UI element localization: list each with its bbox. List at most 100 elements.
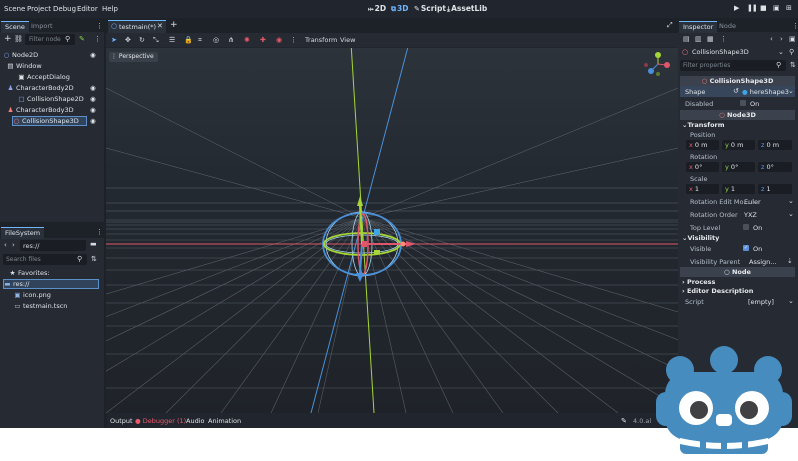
forward-arrow-icon[interactable]: › [12,241,15,249]
tab-filesystem[interactable]: FileSystem [1,227,45,239]
process-group[interactable]: › Process [682,278,715,286]
transform-menu[interactable]: Transform [305,36,337,44]
position-y-field[interactable]: y 0 m [722,140,755,150]
menu-project[interactable]: Project [27,5,51,13]
scene-menu-icon[interactable]: ⋮ [94,35,101,43]
history-forward-icon[interactable]: › [780,35,783,43]
camera-preview-icon[interactable]: ◉ [276,36,282,44]
menu-scene[interactable]: Scene [4,5,25,13]
environment-preview-icon[interactable]: ✚ [260,36,266,44]
visible-checkbox[interactable]: ✓ [743,245,749,251]
script-dropdown-icon[interactable]: ⌄ [788,297,794,305]
sort-icon[interactable]: ⇅ [790,61,796,69]
bottom-tab-animation[interactable]: Animation [208,417,241,425]
position-x-field[interactable]: x 0 m [686,140,719,150]
scale-x-field[interactable]: x 1 [686,184,719,194]
scene-tab-testmain[interactable]: ○ testmain(*) ✕ [108,20,166,33]
tab-node[interactable]: Node [715,21,740,33]
3d-viewport[interactable]: ⋮ Perspective [106,48,678,413]
file-item-res-root[interactable]: ▬ res:// [3,279,99,289]
node-path-icon[interactable]: ⇣ [787,257,793,265]
rotate-tool-icon[interactable]: ↻ [139,36,145,44]
sun-preview-icon[interactable]: ✺ [244,36,250,44]
visibility-eye-icon[interactable]: ◉ [90,95,96,103]
section-node[interactable]: ○ Node [680,267,795,277]
shape-dropdown-icon[interactable]: ⌄ [788,87,794,95]
visibility-group[interactable]: ⌄Visibility [682,234,719,242]
distraction-free-icon[interactable]: ⤢ [667,21,673,30]
rotation-edit-dropdown-icon[interactable]: ⌄ [788,197,794,205]
visibility-eye-icon[interactable]: ◉ [90,84,96,92]
tab-scene[interactable]: Scene [1,21,29,33]
transform-group[interactable]: ⌄Transform [682,121,725,129]
add-node-icon[interactable]: + [4,35,12,44]
add-scene-tab-icon[interactable]: + [170,20,178,30]
editor-description-group[interactable]: › Editor Description [682,287,753,295]
visibility-eye-icon[interactable]: ◉ [90,117,96,125]
play-scene-icon[interactable]: ▣ [773,4,780,12]
workspace-2d-button[interactable]: ⤠2D [368,4,386,14]
pause-icon[interactable]: ❚❚ [747,4,758,12]
scale-y-field[interactable]: y 1 [722,184,755,194]
bottom-tab-output[interactable]: Output [110,417,133,425]
section-collisionshape3d[interactable]: ○ CollisionShape3D [680,76,795,86]
position-z-field[interactable]: z 0 m [758,140,792,150]
play-icon[interactable]: ▶ [734,4,739,12]
menu-help[interactable]: Help [102,5,118,13]
local-space-icon[interactable]: ◎ [213,36,219,44]
visibility-eye-icon[interactable]: ◉ [90,106,96,114]
path-field[interactable]: res:// [20,240,86,251]
rotation-y-field[interactable]: y 0° [722,162,755,172]
rotation-x-field[interactable]: x 0° [686,162,719,172]
top-level-checkbox[interactable] [743,224,749,230]
workspace-assetlib-button[interactable]: ⤓AssetLib [447,4,487,14]
save-resource-icon[interactable]: ▦ [707,35,714,43]
rotation-order-dropdown-icon[interactable]: ⌄ [788,210,794,218]
toolbar-menu-icon[interactable]: ⋮ [290,36,297,44]
reload-icon[interactable]: ↺ [733,87,739,95]
tree-node-window[interactable]: ▤ Window [7,62,41,72]
tab-inspector[interactable]: Inspector [679,21,718,33]
tree-node-characterbody2d[interactable]: ♟ CharacterBody2D [7,84,74,94]
view-menu[interactable]: View [340,36,355,44]
bottom-tab-debugger[interactable]: ● Debugger (1) [135,417,186,425]
shape-value[interactable]: ● hereShape3 [742,88,789,96]
workspace-script-button[interactable]: ✎Script [414,4,446,13]
scale-z-field[interactable]: z 1 [758,184,792,194]
tree-node-collisionshape3d[interactable]: ○ CollisionShape3D [12,116,87,126]
search-files-input[interactable]: Search files ⚲ [3,254,87,265]
close-tab-icon[interactable]: ✕ [157,22,163,30]
split-view-icon[interactable]: ▬ [90,240,97,248]
menu-editor[interactable]: Editor [77,5,98,13]
play-custom-icon[interactable]: ⊞ [786,4,792,12]
file-item-testmain-tscn[interactable]: ▭ testmain.tscn [14,302,67,312]
rotation-z-field[interactable]: z 0° [758,162,792,172]
visibility-parent-value[interactable]: Assign... [749,258,776,266]
object-dropdown-icon[interactable]: ⌄ [778,48,784,56]
dock-menu-icon[interactable]: ⋮ [96,22,103,30]
tab-import[interactable]: Import [27,21,57,33]
group-icon[interactable]: ⌗ [198,36,202,45]
view-orientation-gizmo[interactable] [644,52,670,76]
filter-properties-input[interactable]: Filter properties ⚲ [680,60,786,71]
sort-icon[interactable]: ⇅ [91,255,97,263]
rotation-order-value[interactable]: YXZ [744,211,757,219]
list-select-icon[interactable]: ☰ [169,36,175,44]
instance-scene-icon[interactable]: ⛓ [14,35,23,43]
file-item-icon-png[interactable]: ▣ icon.png [14,291,51,301]
history-back-icon[interactable]: ‹ [770,35,773,43]
rotation-edit-mode-value[interactable]: Euler [744,198,761,206]
script-value[interactable]: [empty] [748,298,774,306]
select-tool-icon[interactable]: ➤ [111,36,117,44]
visibility-eye-icon[interactable]: ◉ [90,51,96,59]
new-resource-icon[interactable]: ▤ [683,35,690,43]
move-tool-icon[interactable]: ✥ [125,36,131,44]
back-arrow-icon[interactable]: ‹ [4,241,7,249]
tree-node-node2d[interactable]: ○ Node2D [3,51,38,61]
dock-menu-icon[interactable]: ⋮ [96,228,103,236]
dock-menu-icon[interactable]: ⋮ [792,22,798,30]
bottom-tab-audio[interactable]: Audio [186,417,204,425]
section-node3d[interactable]: ○ Node3D [680,110,795,120]
attach-script-icon[interactable]: ✎ [79,35,85,43]
tree-node-collisionshape2d[interactable]: □ CollisionShape2D [18,95,83,105]
